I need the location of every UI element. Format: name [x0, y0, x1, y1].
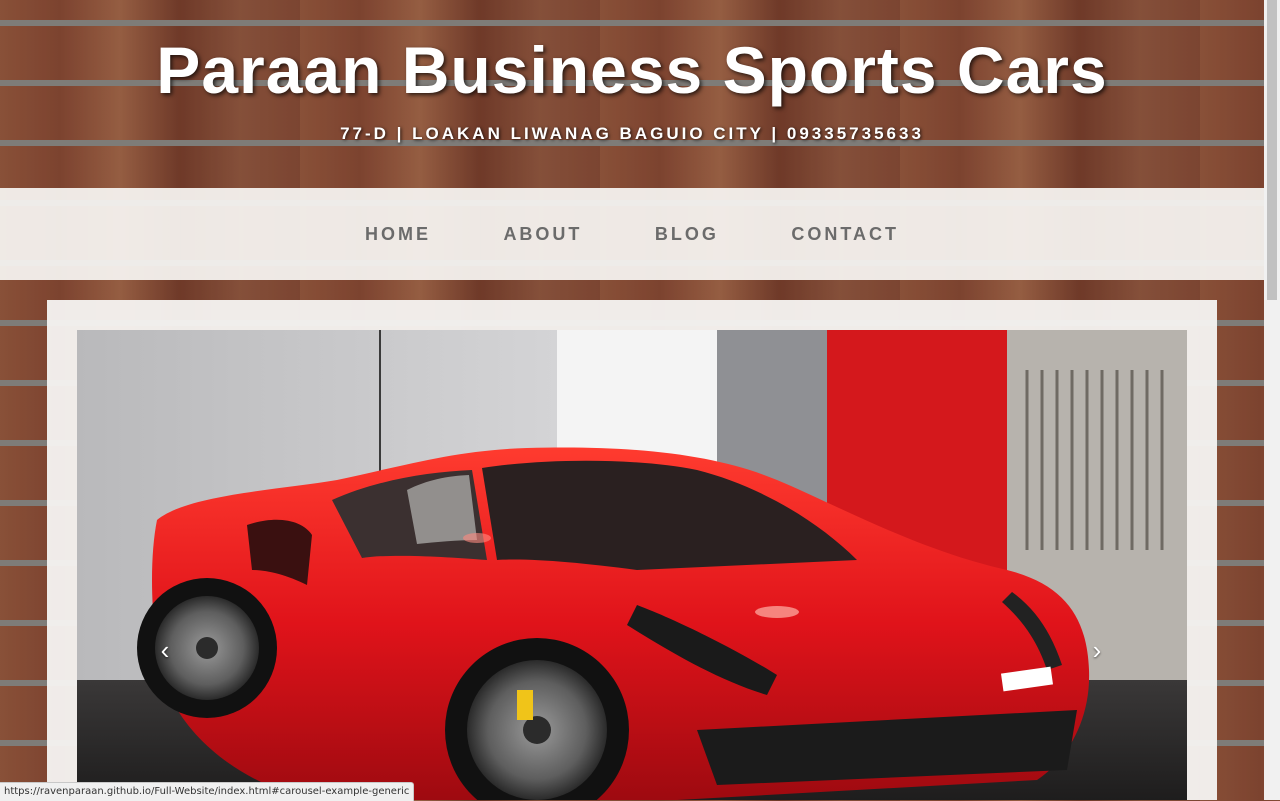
nav-link-about[interactable]: ABOUT	[503, 188, 582, 280]
nav-item-about: ABOUT	[503, 188, 582, 280]
nav-item-contact: CONTACT	[791, 188, 899, 280]
red-sports-car-image	[77, 330, 1187, 800]
site-address: 77-D | LOAKAN LIWANAG BAGUIO CITY | 0933…	[340, 124, 924, 143]
carousel-next-button[interactable]: ›	[1077, 630, 1117, 670]
nav-link-blog[interactable]: BLOG	[655, 188, 719, 280]
nav-link-home[interactable]: HOME	[365, 188, 431, 280]
nav-list: HOME ABOUT BLOG CONTACT	[0, 188, 1264, 280]
main-navbar: HOME ABOUT BLOG CONTACT	[0, 188, 1264, 280]
nav-link-contact[interactable]: CONTACT	[791, 188, 899, 280]
site-title: Paraan Business Sports Cars	[156, 33, 1108, 107]
image-carousel[interactable]: ‹ ›	[77, 330, 1187, 800]
nav-item-home: HOME	[365, 188, 431, 280]
vertical-scrollbar[interactable]	[1264, 0, 1280, 800]
site-header: Paraan Business Sports Cars 77-D | LOAKA…	[0, 0, 1264, 188]
scrollbar-thumb[interactable]	[1267, 0, 1277, 300]
page: Paraan Business Sports Cars 77-D | LOAKA…	[0, 0, 1264, 800]
carousel-prev-button[interactable]: ‹	[145, 630, 185, 670]
content-panel: ‹ ›	[47, 300, 1217, 800]
nav-item-blog: BLOG	[655, 188, 719, 280]
browser-status-bar: https://ravenparaan.github.io/Full-Websi…	[0, 782, 415, 801]
